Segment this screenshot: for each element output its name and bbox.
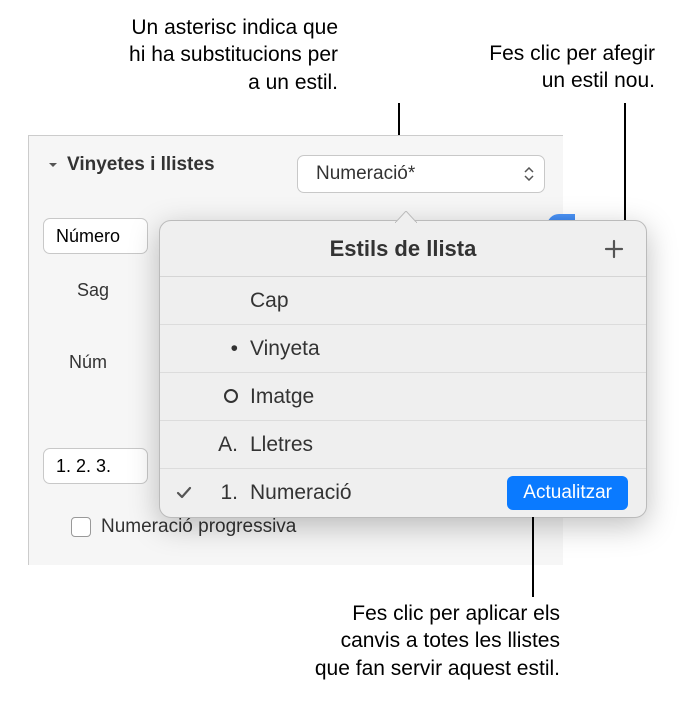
add-style-button[interactable] [600, 235, 628, 263]
numbers-label: Núm [69, 352, 107, 373]
style-label: Numeració [250, 481, 507, 505]
callout-text: Fes clic per aplicar els canvis a totes … [315, 602, 560, 680]
style-item-bullet[interactable]: • Vinyeta [160, 325, 646, 373]
callout-line [624, 103, 626, 233]
ordering-dropdown[interactable]: 1. 2. 3. [43, 448, 148, 484]
style-item-letters[interactable]: A. Lletres [160, 421, 646, 469]
bullet-marker-icon: • [208, 337, 250, 361]
image-marker-icon [208, 385, 250, 409]
ordering-value: 1. 2. 3. [56, 456, 111, 477]
style-label: Lletres [250, 433, 628, 457]
callout-add: Fes clic per afegir un estil nou. [395, 40, 655, 95]
popover-header: Estils de llista [160, 221, 646, 277]
callout-text: Fes clic per afegir un estil nou. [489, 42, 655, 92]
progressive-checkbox-row[interactable]: Numeració progressiva [29, 516, 338, 538]
dropdown-label: Número [56, 226, 120, 247]
style-list: Cap • Vinyeta Imatge A. Lletres 1. Numer… [160, 277, 646, 517]
checkmark-icon [160, 484, 208, 502]
checkbox-icon[interactable] [71, 517, 91, 537]
style-item-image[interactable]: Imatge [160, 373, 646, 421]
callout-line [532, 517, 534, 597]
style-label: Imatge [250, 385, 628, 409]
list-style-popup-button[interactable]: Numeració* [297, 155, 545, 193]
style-item-none[interactable]: Cap [160, 277, 646, 325]
list-styles-popover: Estils de llista Cap • Vinyeta Imatge A.… [159, 220, 647, 518]
popover-title: Estils de llista [330, 236, 477, 262]
popup-arrows-icon [524, 167, 534, 181]
style-label: Vinyeta [250, 337, 628, 361]
number-type-dropdown[interactable]: Número [43, 218, 148, 254]
update-button[interactable]: Actualitzar [507, 476, 628, 510]
style-item-numbering[interactable]: 1. Numeració Actualitzar [160, 469, 646, 517]
callout-text: Un asterisc indica que hi ha substitucio… [129, 16, 338, 94]
callout-update: Fes clic per aplicar els canvis a totes … [228, 600, 560, 682]
section-title: Vinyetes i llistes [67, 154, 215, 176]
indent-label: Sag [77, 280, 109, 301]
letter-marker: A. [208, 433, 250, 457]
callout-asterisk: Un asterisc indica que hi ha substitucio… [68, 14, 338, 96]
number-marker: 1. [208, 481, 250, 505]
disclosure-triangle-icon[interactable] [45, 157, 61, 173]
checkbox-label: Numeració progressiva [101, 516, 296, 538]
style-label: Cap [250, 289, 628, 313]
popup-value: Numeració* [316, 163, 415, 185]
